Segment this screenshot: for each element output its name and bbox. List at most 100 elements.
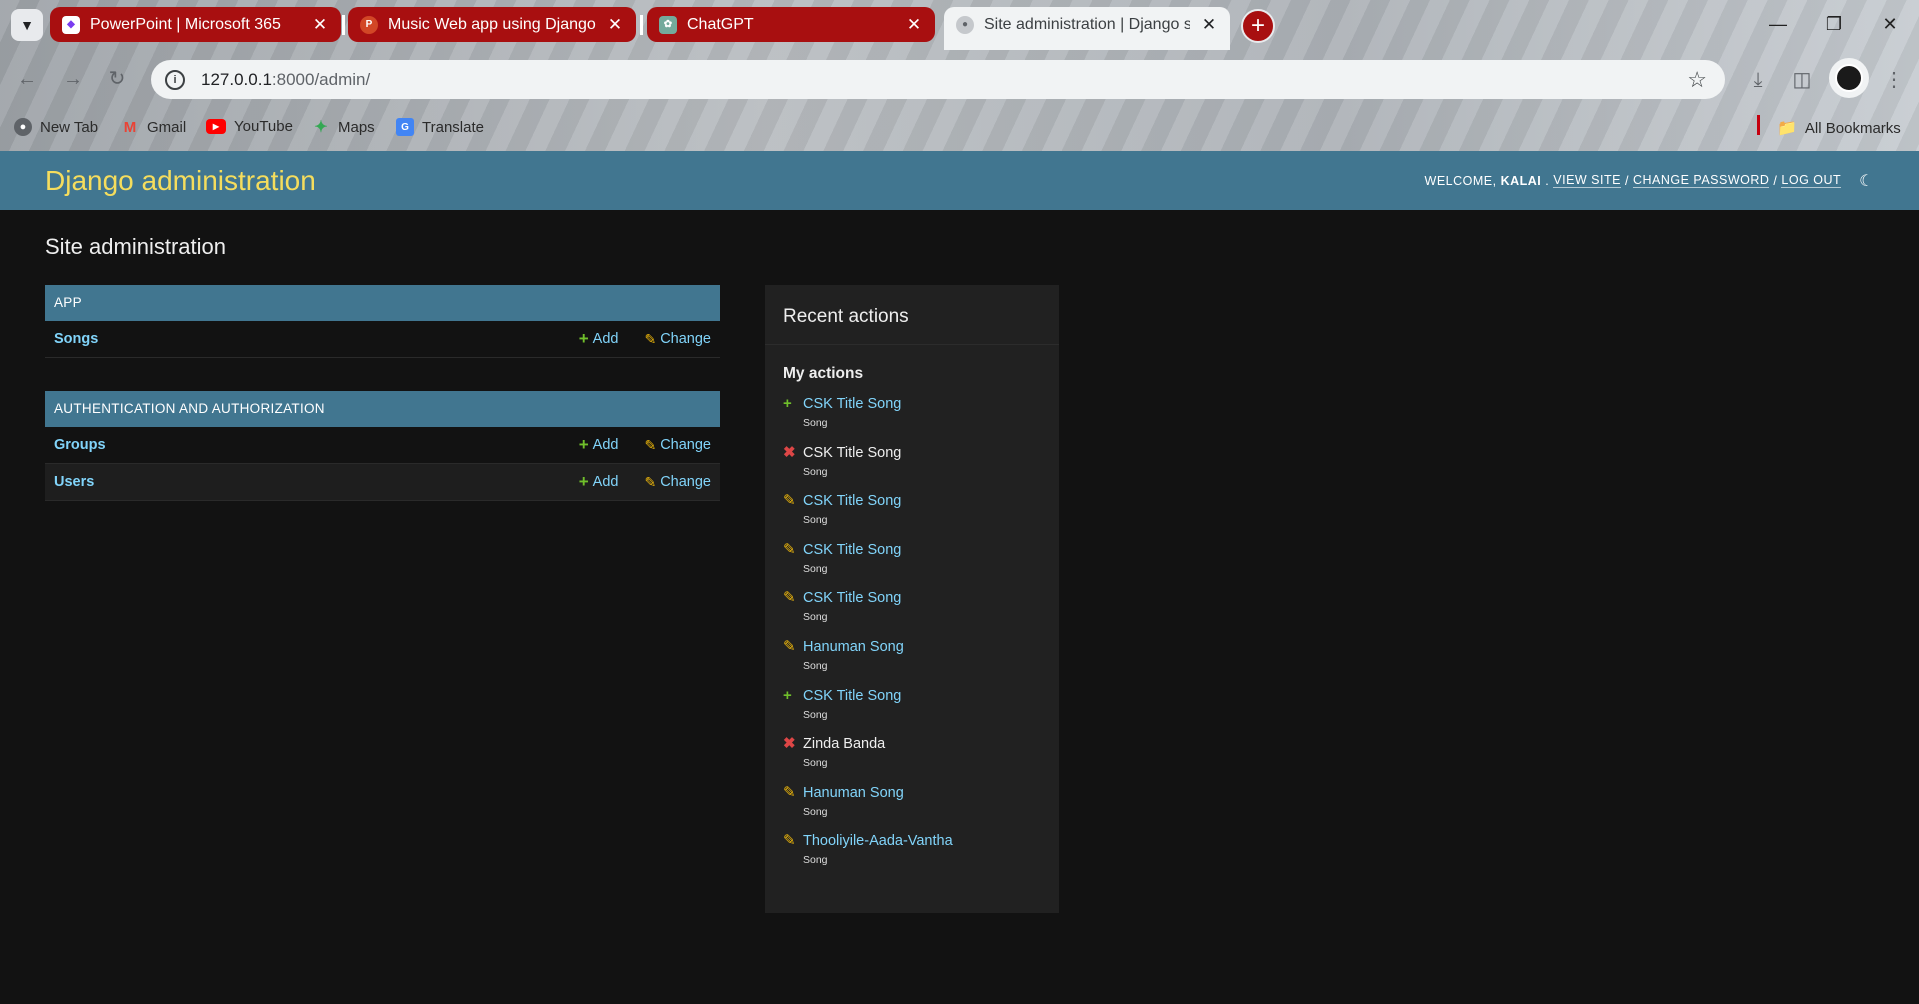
action-list: + CSK Title Song Song ✖ CSK Title Song Son… [765,395,1059,881]
tab-title: PowerPoint | Microsoft 365 [90,15,281,33]
bookmark-label: YouTube [234,118,293,135]
download-icon[interactable]: ⤓ [1744,66,1772,94]
action-link[interactable]: CSK Title Song [803,687,901,705]
tab-site-administration[interactable]: ● Site administration | Django site ✕ [944,7,1230,50]
all-bookmarks-label: All Bookmarks [1804,119,1901,137]
model-row-groups: Groups + Add ✎ Change [45,427,720,464]
bookmark-translate[interactable]: G Translate [396,118,484,136]
change-songs-link[interactable]: ✎ Change [644,331,711,348]
log-out-link[interactable]: LOG OUT [1781,173,1842,188]
action-item: ✎ CSK Title Song Song [783,492,1041,541]
recent-actions-title: Recent actions [765,285,1059,345]
add-users-link[interactable]: + Add [579,472,619,492]
action-link[interactable]: Hanuman Song [803,638,904,656]
pencil-icon: ✎ [783,637,796,655]
action-item: ✎ Thooliyile-Aada-Vantha Song [783,832,1041,881]
bookmark-gmail[interactable]: M Gmail [121,118,186,136]
youtube-icon: ▶ [206,119,226,134]
action-item: ✎ Hanuman Song Song [783,784,1041,833]
restore-icon[interactable]: ❐ [1822,12,1846,36]
action-type: Song [803,708,828,721]
action-link[interactable]: CSK Title Song [803,492,901,510]
action-link[interactable]: CSK Title Song [803,395,901,413]
delete-icon: ✖ [783,735,796,753]
bookmark-youtube[interactable]: ▶ YouTube [206,118,293,135]
add-icon: + [783,686,792,704]
model-link-groups[interactable]: Groups [54,437,553,453]
model-link-songs[interactable]: Songs [54,331,553,347]
tab-music-web-app[interactable]: P Music Web app using Django F ✕ [348,7,636,42]
action-link[interactable]: Thooliyile-Aada-Vantha [803,832,953,850]
add-songs-link[interactable]: + Add [579,329,619,349]
pencil-icon: ✎ [644,473,657,490]
separator: / [1773,173,1778,188]
recent-actions-panel: Recent actions My actions + CSK Title So… [765,285,1059,913]
pencil-icon: ✎ [644,330,657,347]
tab-divider [342,15,345,35]
tab-title: Site administration | Django site [984,15,1190,33]
site-branding[interactable]: Django administration [45,165,316,197]
action-link[interactable]: Hanuman Song [803,784,904,802]
forward-icon[interactable]: → [58,64,88,94]
url-path: :8000/admin/ [271,69,371,89]
menu-kebab-icon[interactable]: ⋮ [1880,66,1908,94]
action-item: ✎ Hanuman Song Song [783,638,1041,687]
action-type: Song [803,465,828,478]
add-label: Add [592,437,619,453]
close-icon[interactable]: ✕ [311,15,329,35]
action-link[interactable]: CSK Title Song [803,589,901,607]
bookmark-new-tab[interactable]: ● New Tab [14,118,98,136]
tab-search-button[interactable]: ▼ [11,9,43,41]
action-item: ✎ CSK Title Song Song [783,589,1041,638]
change-label: Change [660,474,711,490]
browser-toolbar: ← → ↻ i 127.0.0.1:8000/admin/ ☆ ⤓ ◫ ⋮ [0,50,1919,108]
tab-chatgpt[interactable]: ✿ ChatGPT ✕ [647,7,935,42]
back-icon[interactable]: ← [12,64,42,94]
close-icon[interactable]: ✕ [1200,15,1218,35]
action-type: Song [803,417,828,429]
action-link[interactable]: CSK Title Song [803,541,901,559]
change-password-link[interactable]: CHANGE PASSWORD [1632,173,1770,188]
change-label: Change [660,331,711,347]
site-info-icon[interactable]: i [165,69,185,90]
profile-avatar[interactable] [1829,58,1869,98]
welcome-text: WELCOME, [1424,173,1497,188]
close-window-icon[interactable]: ✕ [1878,12,1902,36]
add-label: Add [592,331,619,347]
all-bookmarks[interactable]: 📁 All Bookmarks [1777,118,1901,138]
change-users-link[interactable]: ✎ Change [644,474,711,491]
side-panel-icon[interactable]: ◫ [1788,66,1816,94]
bookmarks-bar: ● New Tab M Gmail ▶ YouTube ✦ Maps G Tra… [0,108,1919,151]
bookmark-label: Maps [338,118,375,136]
model-link-users[interactable]: Users [54,474,553,490]
action-item: ✖ CSK Title Song Song [783,444,1041,493]
action-type: Song [803,659,828,672]
module-caption[interactable]: APP [45,285,720,321]
tab-powerpoint[interactable]: ◆ PowerPoint | Microsoft 365 ✕ [50,7,341,42]
add-icon: + [578,329,589,348]
pencil-icon: ✎ [783,783,796,801]
tab-divider [640,15,643,35]
bookmark-star-icon[interactable]: ☆ [1687,67,1707,93]
bookmark-maps[interactable]: ✦ Maps [312,118,375,137]
address-bar[interactable]: i 127.0.0.1:8000/admin/ ☆ [151,60,1725,99]
user-tools: WELCOME, KALAI. VIEW SITE / CHANGE PASSW… [1425,171,1874,191]
module-caption[interactable]: AUTHENTICATION AND AUTHORIZATION [45,391,720,427]
url-host: 127.0.0.1 [201,69,272,89]
add-icon: + [578,435,589,454]
reload-icon[interactable]: ↻ [102,64,132,94]
new-tab-button[interactable]: + [1241,9,1275,43]
module-authentication: AUTHENTICATION AND AUTHORIZATION Groups … [45,391,720,501]
pencil-icon: ✎ [783,589,796,607]
view-site-link[interactable]: VIEW SITE [1553,173,1621,188]
close-icon[interactable]: ✕ [606,15,624,35]
add-icon: + [783,395,792,412]
bookmark-label: New Tab [40,118,99,136]
change-groups-link[interactable]: ✎ Change [644,437,711,454]
action-type: Song [803,854,828,867]
add-groups-link[interactable]: + Add [579,435,619,455]
close-icon[interactable]: ✕ [905,15,923,35]
theme-toggle-moon-icon[interactable]: ☾ [1859,171,1874,191]
minimize-icon[interactable]: — [1766,12,1790,36]
bookmarks-separator [1757,115,1760,135]
